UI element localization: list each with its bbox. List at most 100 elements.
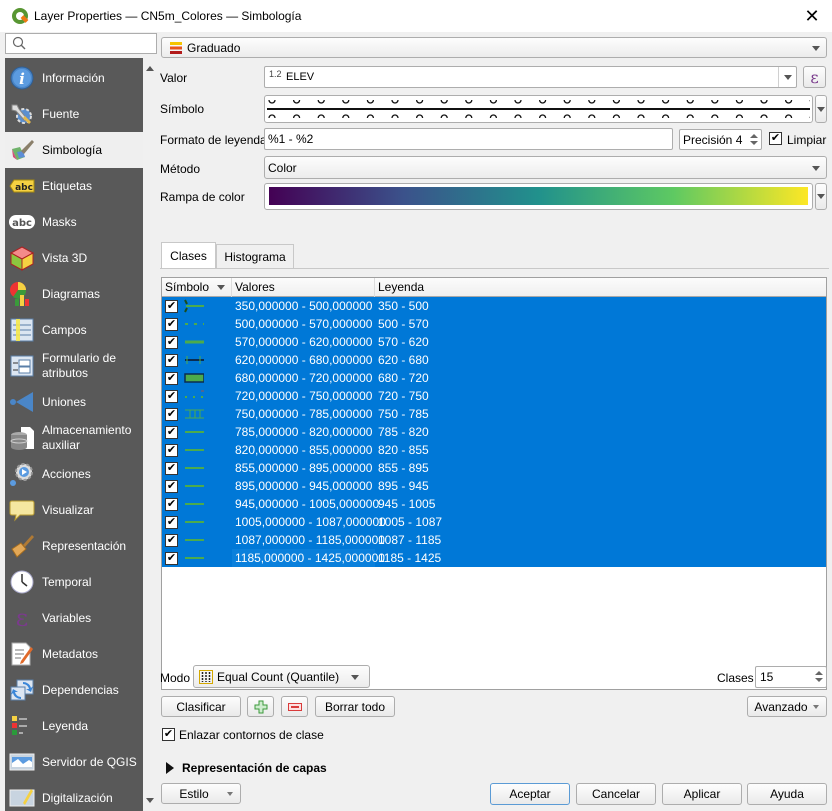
value-field-input[interactable]: 1.2 ELEV — [264, 66, 797, 88]
class-legend-cell[interactable]: 720 - 750 — [378, 387, 429, 405]
class-legend-cell[interactable]: 895 - 945 — [378, 477, 429, 495]
class-legend-cell[interactable]: 1087 - 1185 — [378, 531, 441, 549]
class-visibility-checkbox[interactable]: ✔ — [165, 480, 178, 493]
class-symbol-icon[interactable] — [184, 425, 204, 439]
class-symbol-icon[interactable] — [184, 317, 204, 331]
delete-all-button[interactable]: Borrar todo — [315, 696, 395, 717]
sidebar-item-servidor-de-qgis[interactable]: Servidor de QGIS — [5, 744, 143, 780]
classes-table[interactable]: Símbolo Valores Leyenda ✔ 350,000000 - 50… — [161, 277, 827, 690]
table-row[interactable]: ✔ 720,000000 - 750,000000 720 - 750 — [162, 387, 826, 405]
class-visibility-checkbox[interactable]: ✔ — [165, 354, 178, 367]
sidebar-item-acciones[interactable]: Acciones — [5, 456, 143, 492]
class-legend-cell[interactable]: 570 - 620 — [378, 333, 429, 351]
scroll-up-arrow-icon[interactable] — [146, 66, 154, 71]
value-dropdown-button[interactable] — [778, 67, 796, 87]
class-symbol-icon[interactable] — [184, 461, 204, 475]
class-symbol-icon[interactable] — [184, 371, 205, 385]
class-symbol-icon[interactable] — [184, 551, 204, 565]
style-button[interactable]: Estilo — [161, 783, 241, 804]
sidebar-search-input[interactable] — [5, 33, 157, 54]
sidebar-item-simbologia[interactable]: Simbología — [5, 132, 143, 168]
class-values-cell[interactable]: 500,000000 - 570,000000 — [235, 315, 372, 333]
class-legend-cell[interactable]: 350 - 500 — [378, 297, 429, 315]
class-visibility-checkbox[interactable]: ✔ — [165, 462, 178, 475]
column-header-legend[interactable]: Leyenda — [375, 278, 826, 297]
sidebar-scrollbar[interactable] — [143, 58, 157, 811]
class-legend-cell[interactable]: 945 - 1005 — [378, 495, 435, 513]
table-row[interactable]: ✔ 680,000000 - 720,000000 680 - 720 — [162, 369, 826, 387]
class-visibility-checkbox[interactable]: ✔ — [165, 498, 178, 511]
sidebar-item-variables[interactable]: ε Variables — [5, 600, 143, 636]
method-combo[interactable]: Color — [264, 156, 827, 179]
class-visibility-checkbox[interactable]: ✔ — [165, 552, 178, 565]
class-values-cell[interactable]: 785,000000 - 820,000000 — [235, 423, 372, 441]
class-values-cell[interactable]: 750,000000 - 785,000000 — [235, 405, 372, 423]
mode-combo[interactable]: Equal Count (Quantile) — [193, 665, 370, 688]
class-values-cell[interactable]: 680,000000 - 720,000000 — [235, 369, 372, 387]
table-row[interactable]: ✔ 500,000000 - 570,000000 500 - 570 — [162, 315, 826, 333]
table-row[interactable]: ✔ 785,000000 - 820,000000 785 - 820 — [162, 423, 826, 441]
class-values-cell[interactable]: 1087,000000 - 1185,000000 — [235, 531, 385, 549]
spin-arrows-icon[interactable] — [750, 133, 758, 146]
class-values-cell[interactable]: 855,000000 - 895,000000 — [235, 459, 372, 477]
class-symbol-icon[interactable] — [184, 533, 204, 547]
symbol-menu-button[interactable] — [815, 95, 827, 123]
sidebar-item-temporal[interactable]: Temporal — [5, 564, 143, 600]
class-values-cell[interactable]: 620,000000 - 680,000000 — [235, 351, 372, 369]
advanced-button[interactable]: Avanzado — [747, 696, 827, 717]
sidebar-item-campos[interactable]: Campos — [5, 312, 143, 348]
class-visibility-checkbox[interactable]: ✔ — [165, 408, 178, 421]
expand-arrow-icon[interactable] — [166, 762, 174, 774]
sidebar-item-diagramas[interactable]: Diagramas — [5, 276, 143, 312]
class-symbol-icon[interactable] — [184, 443, 204, 457]
precision-spinbox[interactable]: Precisión 4 — [679, 129, 762, 150]
class-symbol-icon[interactable] — [184, 407, 204, 421]
help-button[interactable]: Ayuda — [747, 783, 827, 805]
sidebar-item-vista-3d[interactable]: Vista 3D — [5, 240, 143, 276]
class-visibility-checkbox[interactable]: ✔ — [165, 444, 178, 457]
class-visibility-checkbox[interactable]: ✔ — [165, 390, 178, 403]
sidebar-item-representacion[interactable]: Representación — [5, 528, 143, 564]
class-visibility-checkbox[interactable]: ✔ — [165, 426, 178, 439]
class-legend-cell[interactable]: 820 - 855 — [378, 441, 429, 459]
color-ramp-button[interactable] — [264, 183, 813, 210]
class-symbol-icon[interactable] — [184, 497, 204, 511]
tab-classes[interactable]: Clases — [161, 242, 216, 269]
apply-button[interactable]: Aplicar — [662, 783, 742, 805]
class-legend-cell[interactable]: 750 - 785 — [378, 405, 429, 423]
table-row[interactable]: ✔ 855,000000 - 895,000000 855 - 895 — [162, 459, 826, 477]
spin-arrows-icon[interactable] — [815, 670, 823, 683]
class-values-cell[interactable]: 820,000000 - 855,000000 — [235, 441, 372, 459]
class-symbol-icon[interactable] — [184, 299, 204, 313]
legend-format-input[interactable]: %1 - %2 — [264, 128, 673, 150]
table-row[interactable]: ✔ 820,000000 - 855,000000 820 - 855 — [162, 441, 826, 459]
sidebar-item-etiquetas[interactable]: abc Etiquetas — [5, 168, 143, 204]
class-legend-cell[interactable]: 855 - 895 — [378, 459, 429, 477]
table-row[interactable]: ✔ 1005,000000 - 1087,000000 1005 - 1087 — [162, 513, 826, 531]
cancel-button[interactable]: Cancelar — [576, 783, 656, 805]
sidebar-item-formulario-de-atributos[interactable]: Formulario de atributos — [5, 348, 143, 384]
class-visibility-checkbox[interactable]: ✔ — [165, 372, 178, 385]
class-values-cell[interactable]: 895,000000 - 945,000000 — [235, 477, 372, 495]
class-symbol-icon[interactable] — [184, 335, 204, 349]
class-legend-cell[interactable]: 785 - 820 — [378, 423, 429, 441]
class-visibility-checkbox[interactable]: ✔ — [165, 300, 178, 313]
sidebar-item-uniones[interactable]: Uniones — [5, 384, 143, 420]
table-row[interactable]: ✔ 945,000000 - 1005,000000 945 - 1005 — [162, 495, 826, 513]
sidebar-item-fuente[interactable]: Fuente — [5, 96, 143, 132]
table-row[interactable]: ✔ 895,000000 - 945,000000 895 - 945 — [162, 477, 826, 495]
table-row[interactable]: ✔ 350,000000 - 500,000000 350 - 500 — [162, 297, 826, 315]
scroll-down-arrow-icon[interactable] — [146, 798, 154, 803]
sidebar-item-informacion[interactable]: i Información — [5, 60, 143, 96]
layer-rendering-section[interactable]: Representación de capas — [182, 761, 327, 775]
class-symbol-icon[interactable] — [184, 479, 204, 493]
class-legend-cell[interactable]: 500 - 570 — [378, 315, 429, 333]
class-legend-cell[interactable]: 1005 - 1087 — [378, 513, 442, 531]
sidebar-item-visualizar[interactable]: Visualizar — [5, 492, 143, 528]
expression-button[interactable]: ε — [803, 66, 826, 88]
sidebar-item-metadatos[interactable]: Metadatos — [5, 636, 143, 672]
tab-histogram[interactable]: Histograma — [216, 244, 294, 268]
table-row[interactable]: ✔ 1087,000000 - 1185,000000 1087 - 1185 — [162, 531, 826, 549]
color-ramp-menu-button[interactable] — [815, 183, 827, 210]
class-symbol-icon[interactable] — [184, 353, 204, 367]
